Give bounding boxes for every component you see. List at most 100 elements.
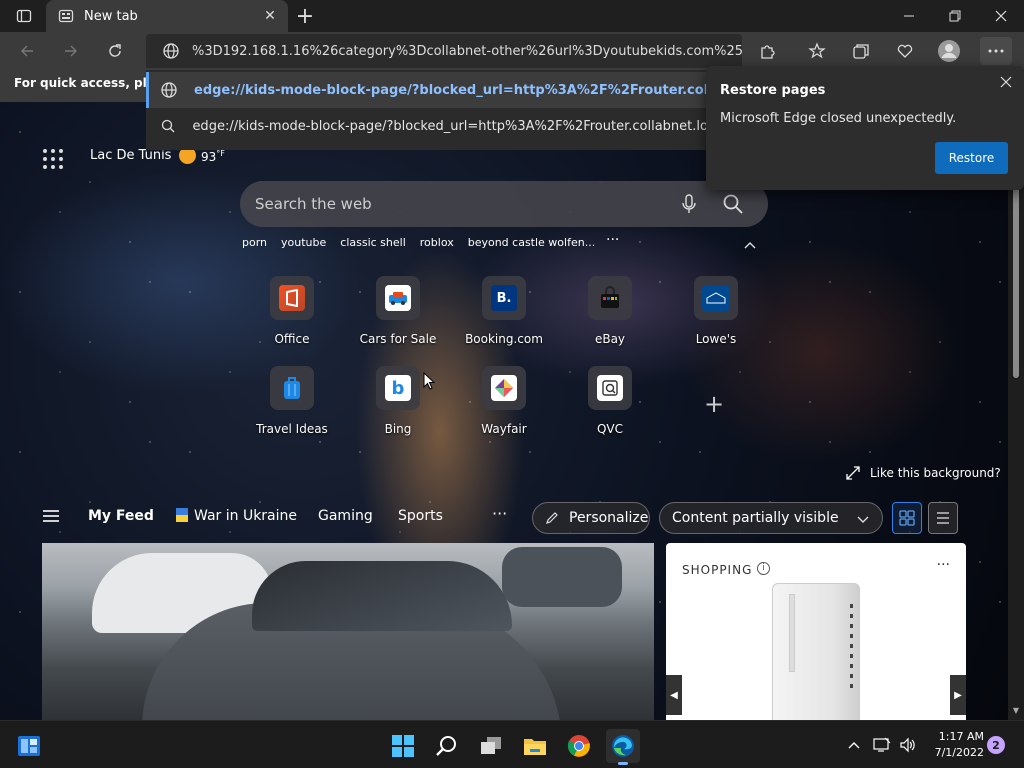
new-tab-button[interactable]: + [292, 4, 318, 29]
restore-window-icon[interactable] [932, 0, 978, 32]
shopping-label: SHOPPING [682, 563, 753, 577]
edge-browser-icon[interactable] [606, 729, 640, 765]
refresh-icon[interactable] [100, 37, 130, 65]
tab-gaming[interactable]: Gaming [318, 508, 373, 524]
file-explorer-icon[interactable] [518, 729, 552, 763]
favorites-bar-hint: For quick access, place y [0, 70, 146, 102]
hamburger-menu-icon[interactable] [42, 508, 64, 524]
scroll-down-icon[interactable]: ▼ [1011, 706, 1021, 716]
info-icon[interactable]: i [757, 562, 770, 575]
temperature[interactable]: 93°F [201, 149, 225, 164]
shopping-card[interactable]: SHOPPING i ··· ◀ ▶ [666, 543, 966, 720]
quick-link-travel-ideas[interactable]: Travel Ideas [242, 366, 342, 446]
address-suggestions: edge://kids-mode-block-page/?blocked_url… [146, 70, 706, 150]
widgets-icon[interactable] [12, 729, 46, 763]
windows-start-icon[interactable] [386, 729, 420, 763]
desktop-tower-product-image[interactable] [772, 583, 860, 720]
app-launcher-grid-icon[interactable] [42, 148, 64, 170]
quick-link-qvc[interactable]: QVC [560, 366, 660, 446]
task-view-icon[interactable] [474, 729, 508, 763]
network-icon[interactable] [872, 735, 892, 755]
previous-arrow-icon[interactable]: ◀ [666, 675, 682, 715]
search-placeholder[interactable]: Search the web [255, 195, 674, 213]
restore-button[interactable]: Restore [935, 142, 1008, 174]
trending-item[interactable]: porn [242, 236, 267, 249]
list-view-icon[interactable] [928, 502, 958, 534]
new-tab-page: Lac De Tunis 93°F Search the web porn yo… [0, 102, 1008, 720]
content-visibility-dropdown[interactable]: Content partially visible [659, 502, 883, 534]
page-scrollbar[interactable]: ▲ ▼ [1008, 102, 1024, 720]
like-background-link[interactable]: Like this background? [846, 466, 1001, 480]
tab-my-feed[interactable]: My Feed [88, 508, 154, 524]
dialog-message: Microsoft Edge closed unexpectedly. [720, 111, 957, 126]
volume-icon[interactable] [898, 735, 918, 755]
close-icon[interactable] [996, 72, 1016, 92]
drive-bay-shape [789, 594, 795, 672]
lowes-icon [702, 285, 730, 311]
personalize-label: Personalize [569, 510, 649, 526]
trending-searches: porn youtube classic shell roblox beyond… [242, 236, 595, 249]
chrome-icon[interactable] [562, 729, 596, 763]
tab-new-tab[interactable]: New tab ✕ [46, 0, 288, 32]
back-arrow-icon[interactable] [12, 37, 42, 65]
trending-item[interactable]: beyond castle wolfen... [468, 236, 595, 249]
quick-link-lowes[interactable]: Lowe's [666, 276, 766, 356]
collections-icon[interactable] [846, 37, 876, 65]
tile-label: Cars for Sale [359, 332, 437, 346]
tile-label: Lowe's [695, 332, 737, 346]
tile-label: Wayfair [481, 422, 527, 436]
close-tab-icon[interactable]: ✕ [260, 6, 280, 26]
trending-item[interactable]: classic shell [340, 236, 406, 249]
weather-location[interactable]: Lac De Tunis [90, 148, 171, 163]
favorites-star-icon[interactable] [802, 37, 832, 65]
web-search-box[interactable]: Search the web [240, 181, 768, 227]
settings-more-icon[interactable] [980, 37, 1012, 65]
collapse-chevron-up-icon[interactable] [742, 236, 758, 249]
minimize-icon[interactable] [886, 0, 932, 32]
quick-link-booking[interactable]: B. Booking.com [454, 276, 554, 356]
tile-label: eBay [594, 332, 626, 346]
performance-heart-icon[interactable] [890, 37, 920, 65]
shopping-more-button[interactable]: ··· [937, 557, 950, 573]
expand-arrows-icon [846, 466, 860, 480]
trending-item[interactable]: roblox [420, 236, 454, 249]
suggestion-item[interactable]: edge://kids-mode-block-page/?blocked_url… [146, 72, 706, 108]
quick-link-ebay[interactable]: eBay [560, 276, 660, 356]
microphone-icon[interactable] [674, 189, 704, 219]
news-hero-image[interactable] [42, 543, 654, 720]
like-background-text: Like this background? [870, 466, 1001, 480]
quick-link-cars-for-sale[interactable]: Cars for Sale [348, 276, 448, 356]
grid-view-icon[interactable] [892, 502, 922, 534]
clock-time: 1:17 AM [938, 730, 984, 743]
quick-link-wayfair[interactable]: Wayfair [454, 366, 554, 446]
bing-icon: b [385, 375, 411, 401]
add-quick-link-plus-icon[interactable]: + [700, 390, 728, 418]
tile-label: Booking.com [465, 332, 543, 346]
tab-sports[interactable]: Sports [398, 508, 443, 524]
personalize-button[interactable]: Personalize [532, 502, 650, 534]
tab-actions-icon[interactable] [8, 4, 40, 28]
title-bar: New tab ✕ + [0, 0, 1024, 32]
forward-arrow-icon[interactable] [56, 37, 86, 65]
office-icon [279, 285, 305, 311]
scroll-thumb[interactable] [1013, 178, 1019, 378]
trending-item[interactable]: youtube [281, 236, 326, 249]
system-clock[interactable]: 1:17 AM 7/1/2022 [928, 729, 984, 761]
search-icon[interactable] [718, 189, 748, 219]
tab-war-in-ukraine[interactable]: War in Ukraine [176, 508, 297, 524]
close-window-icon[interactable] [978, 0, 1024, 32]
quick-link-office[interactable]: Office [242, 276, 342, 356]
feed-more-button[interactable]: ··· [492, 504, 507, 523]
address-bar[interactable]: %3D192.168.1.16%26category%3Dcollabnet-o… [146, 34, 742, 68]
temperature-value: 93 [201, 150, 217, 164]
suggestion-item[interactable]: edge://kids-mode-block-page/?blocked_url… [146, 108, 706, 144]
windshield-shape [252, 561, 512, 631]
trending-more-button[interactable]: ··· [606, 232, 619, 248]
next-arrow-icon[interactable]: ▶ [950, 675, 966, 715]
ukraine-flag-icon [176, 508, 188, 522]
chevron-up-icon[interactable] [844, 735, 864, 755]
profile-avatar-icon[interactable] [934, 37, 964, 65]
search-icon[interactable] [430, 729, 464, 763]
notification-badge[interactable]: 2 [987, 736, 1005, 754]
extensions-puzzle-icon[interactable] [752, 37, 782, 65]
